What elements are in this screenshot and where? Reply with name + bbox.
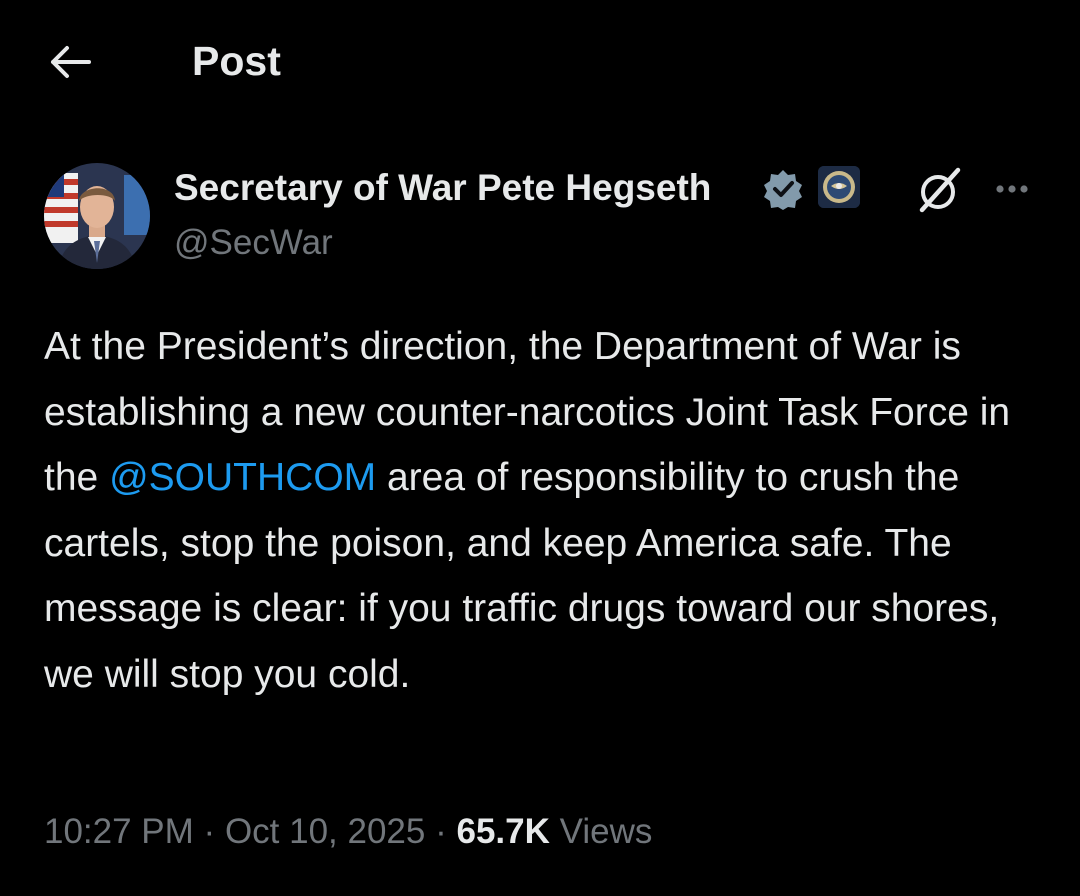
meta-separator: · xyxy=(435,812,447,851)
more-options-icon xyxy=(996,185,1028,193)
verified-badge-icon[interactable] xyxy=(762,168,804,210)
more-options-button[interactable] xyxy=(986,164,1038,216)
page-title: Post xyxy=(192,38,281,84)
post-text: At the President’s direction, the Depart… xyxy=(44,314,1044,707)
post-time[interactable]: 10:27 PM xyxy=(44,812,194,851)
meta-separator: · xyxy=(203,812,216,851)
top-bar: Post xyxy=(0,0,1080,120)
views-count[interactable]: 65.7K xyxy=(456,812,549,851)
mention-link[interactable]: @SOUTHCOM xyxy=(109,456,376,499)
author-display-name[interactable]: Secretary of War Pete Hegseth xyxy=(174,166,711,210)
author-handle[interactable]: @SecWar xyxy=(174,222,333,264)
department-seal-icon[interactable] xyxy=(818,166,860,208)
post-meta: 10:27 PM · Oct 10, 2025 · 65.7K Views xyxy=(44,804,652,860)
views-label[interactable]: Views xyxy=(560,812,653,851)
back-button[interactable] xyxy=(44,40,96,84)
back-arrow-icon xyxy=(51,46,91,78)
grok-icon xyxy=(919,167,961,213)
grok-button[interactable] xyxy=(914,164,966,216)
post-date[interactable]: Oct 10, 2025 xyxy=(225,812,425,851)
avatar[interactable] xyxy=(44,163,150,269)
